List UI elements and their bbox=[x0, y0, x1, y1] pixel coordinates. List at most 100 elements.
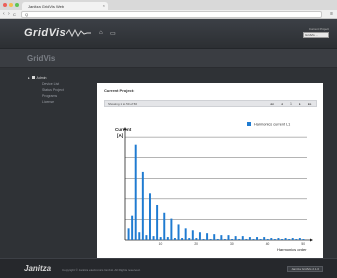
app-logo[interactable]: GridVis bbox=[24, 27, 66, 39]
bar-h35[interactable] bbox=[248, 237, 251, 240]
bar-h25[interactable] bbox=[213, 234, 216, 240]
bar-h49[interactable] bbox=[298, 238, 301, 240]
main-panel: Current Project: Showing 1 to 50 of 50 ◂… bbox=[97, 83, 323, 258]
sidebar: ▸ Admin Device List Status Project Progr… bbox=[28, 76, 90, 104]
bar-h7[interactable] bbox=[148, 193, 151, 240]
bar-h38[interactable] bbox=[259, 239, 262, 240]
browser-menu-icon[interactable]: ≡ bbox=[330, 11, 333, 17]
bar-h1[interactable] bbox=[127, 228, 130, 240]
bar-h41[interactable] bbox=[270, 238, 273, 240]
x-axis-label: Harmonics order bbox=[277, 247, 307, 252]
bar-h45[interactable] bbox=[284, 238, 287, 240]
bar-h15[interactable] bbox=[177, 224, 180, 240]
footer-copyright: Copyright © Janitza electronics GmbH. Al… bbox=[62, 268, 141, 272]
bar-h14[interactable] bbox=[173, 238, 176, 240]
bar-h2[interactable] bbox=[131, 215, 134, 240]
tree-root[interactable]: ▸ Admin bbox=[28, 76, 90, 80]
bar-h47[interactable] bbox=[291, 238, 294, 240]
version-badge: Janitza GridVis 2.1.0 bbox=[287, 266, 323, 272]
sidebar-item-programs[interactable]: Programs bbox=[42, 94, 90, 98]
current-project-label: Current Project bbox=[308, 27, 329, 31]
bar-h6[interactable] bbox=[145, 235, 148, 240]
y-axis-unit: [A] bbox=[117, 133, 124, 138]
bar-h13[interactable] bbox=[170, 218, 173, 240]
bar-h39[interactable] bbox=[263, 237, 266, 240]
legend-label: Harmonics current L1 bbox=[254, 123, 290, 127]
bar-h33[interactable] bbox=[241, 236, 244, 240]
bar-h17[interactable] bbox=[184, 228, 187, 240]
x-tick-label: 40 bbox=[266, 242, 270, 246]
bar-h21[interactable] bbox=[198, 232, 201, 240]
bar-h4[interactable] bbox=[138, 232, 141, 240]
window-icon[interactable]: ▭ bbox=[110, 30, 116, 37]
section-title: GridVis bbox=[27, 54, 56, 63]
x-tick-label: 50 bbox=[301, 242, 305, 246]
bar-h40[interactable] bbox=[266, 239, 269, 240]
minimize-window-icon[interactable] bbox=[9, 3, 13, 7]
sidebar-item-device-list[interactable]: Device List bbox=[42, 82, 90, 86]
browser-tab[interactable]: Janitza GridVis Web × bbox=[22, 2, 108, 10]
bar-h29[interactable] bbox=[227, 235, 230, 240]
x-tick-label: 30 bbox=[230, 242, 234, 246]
bar-h27[interactable] bbox=[220, 235, 223, 240]
tree-root-label: Admin bbox=[36, 76, 47, 80]
bar-h46[interactable] bbox=[288, 239, 291, 240]
bar-h12[interactable] bbox=[166, 237, 169, 240]
x-tick-label: 20 bbox=[194, 242, 198, 246]
footer-brand: Janitza bbox=[24, 264, 52, 273]
x-tick-label: 10 bbox=[159, 242, 163, 246]
bar-h18[interactable] bbox=[188, 238, 191, 240]
bar-h50[interactable] bbox=[302, 239, 305, 240]
bar-h8[interactable] bbox=[152, 236, 155, 240]
bar-h23[interactable] bbox=[206, 233, 209, 240]
bar-h48[interactable] bbox=[295, 239, 298, 240]
bar-h16[interactable] bbox=[181, 238, 184, 240]
bar-h5[interactable] bbox=[141, 171, 144, 240]
maximize-window-icon[interactable] bbox=[15, 3, 19, 7]
bar-h26[interactable] bbox=[216, 239, 219, 240]
forward-icon[interactable]: › bbox=[8, 11, 10, 17]
home-icon[interactable]: ⌂ bbox=[99, 30, 103, 36]
browser-toolbar: ‹ › C Q ≡ bbox=[0, 10, 337, 19]
close-window-icon[interactable] bbox=[3, 3, 7, 7]
legend-swatch bbox=[247, 122, 251, 126]
sidebar-item-status-project[interactable]: Status Project bbox=[42, 88, 90, 92]
bar-h43[interactable] bbox=[277, 238, 280, 240]
current-project-select[interactable]: GridVis ... bbox=[303, 32, 329, 38]
x-axis-arrow-icon bbox=[310, 238, 313, 242]
bar-h11[interactable] bbox=[163, 212, 166, 240]
x-tick-labels: 10 20 30 40 50 bbox=[159, 242, 306, 246]
current-project-selector[interactable]: Current Project GridVis ... bbox=[303, 27, 329, 41]
address-bar[interactable]: Q bbox=[21, 11, 322, 18]
folder-icon bbox=[31, 76, 35, 79]
bar-h34[interactable] bbox=[245, 239, 248, 240]
harmonics-chart: Current [A] Harmonics order 10 20 30 40 50 H… bbox=[115, 122, 313, 252]
bar-h24[interactable] bbox=[209, 239, 212, 240]
footer: Janitza Copyright © Janitza electronics … bbox=[0, 258, 337, 278]
bar-h31[interactable] bbox=[234, 236, 237, 240]
sidebar-item-license[interactable]: License bbox=[42, 100, 90, 104]
browser-tab-bar: Janitza GridVis Web × bbox=[0, 0, 337, 10]
bar-h19[interactable] bbox=[191, 230, 194, 240]
browser-window: Janitza GridVis Web × ‹ › C Q ≡ GridVis … bbox=[0, 0, 337, 278]
bar-h44[interactable] bbox=[281, 239, 284, 240]
app-header: GridVis ⌂ ▭ Current Project GridVis ... bbox=[0, 19, 337, 49]
bar-h20[interactable] bbox=[195, 238, 198, 240]
bar-h10[interactable] bbox=[159, 237, 162, 240]
bar-h22[interactable] bbox=[202, 239, 205, 240]
bar-h42[interactable] bbox=[273, 239, 276, 240]
bar-h30[interactable] bbox=[231, 239, 234, 240]
chart-grid bbox=[125, 136, 307, 220]
bar-h28[interactable] bbox=[223, 239, 226, 240]
bar-h32[interactable] bbox=[238, 239, 241, 240]
back-icon[interactable]: ‹ bbox=[3, 11, 5, 17]
sub-header: GridVis bbox=[0, 49, 337, 68]
y-axis-label: Current bbox=[115, 127, 132, 132]
tab-close-icon[interactable]: × bbox=[103, 3, 105, 8]
reload-icon[interactable]: C bbox=[13, 12, 16, 17]
bar-h3[interactable] bbox=[134, 144, 137, 240]
bar-h37[interactable] bbox=[256, 237, 259, 240]
bar-h36[interactable] bbox=[252, 239, 255, 240]
expand-arrow-icon[interactable]: ▸ bbox=[28, 76, 30, 80]
bar-h9[interactable] bbox=[156, 204, 159, 240]
